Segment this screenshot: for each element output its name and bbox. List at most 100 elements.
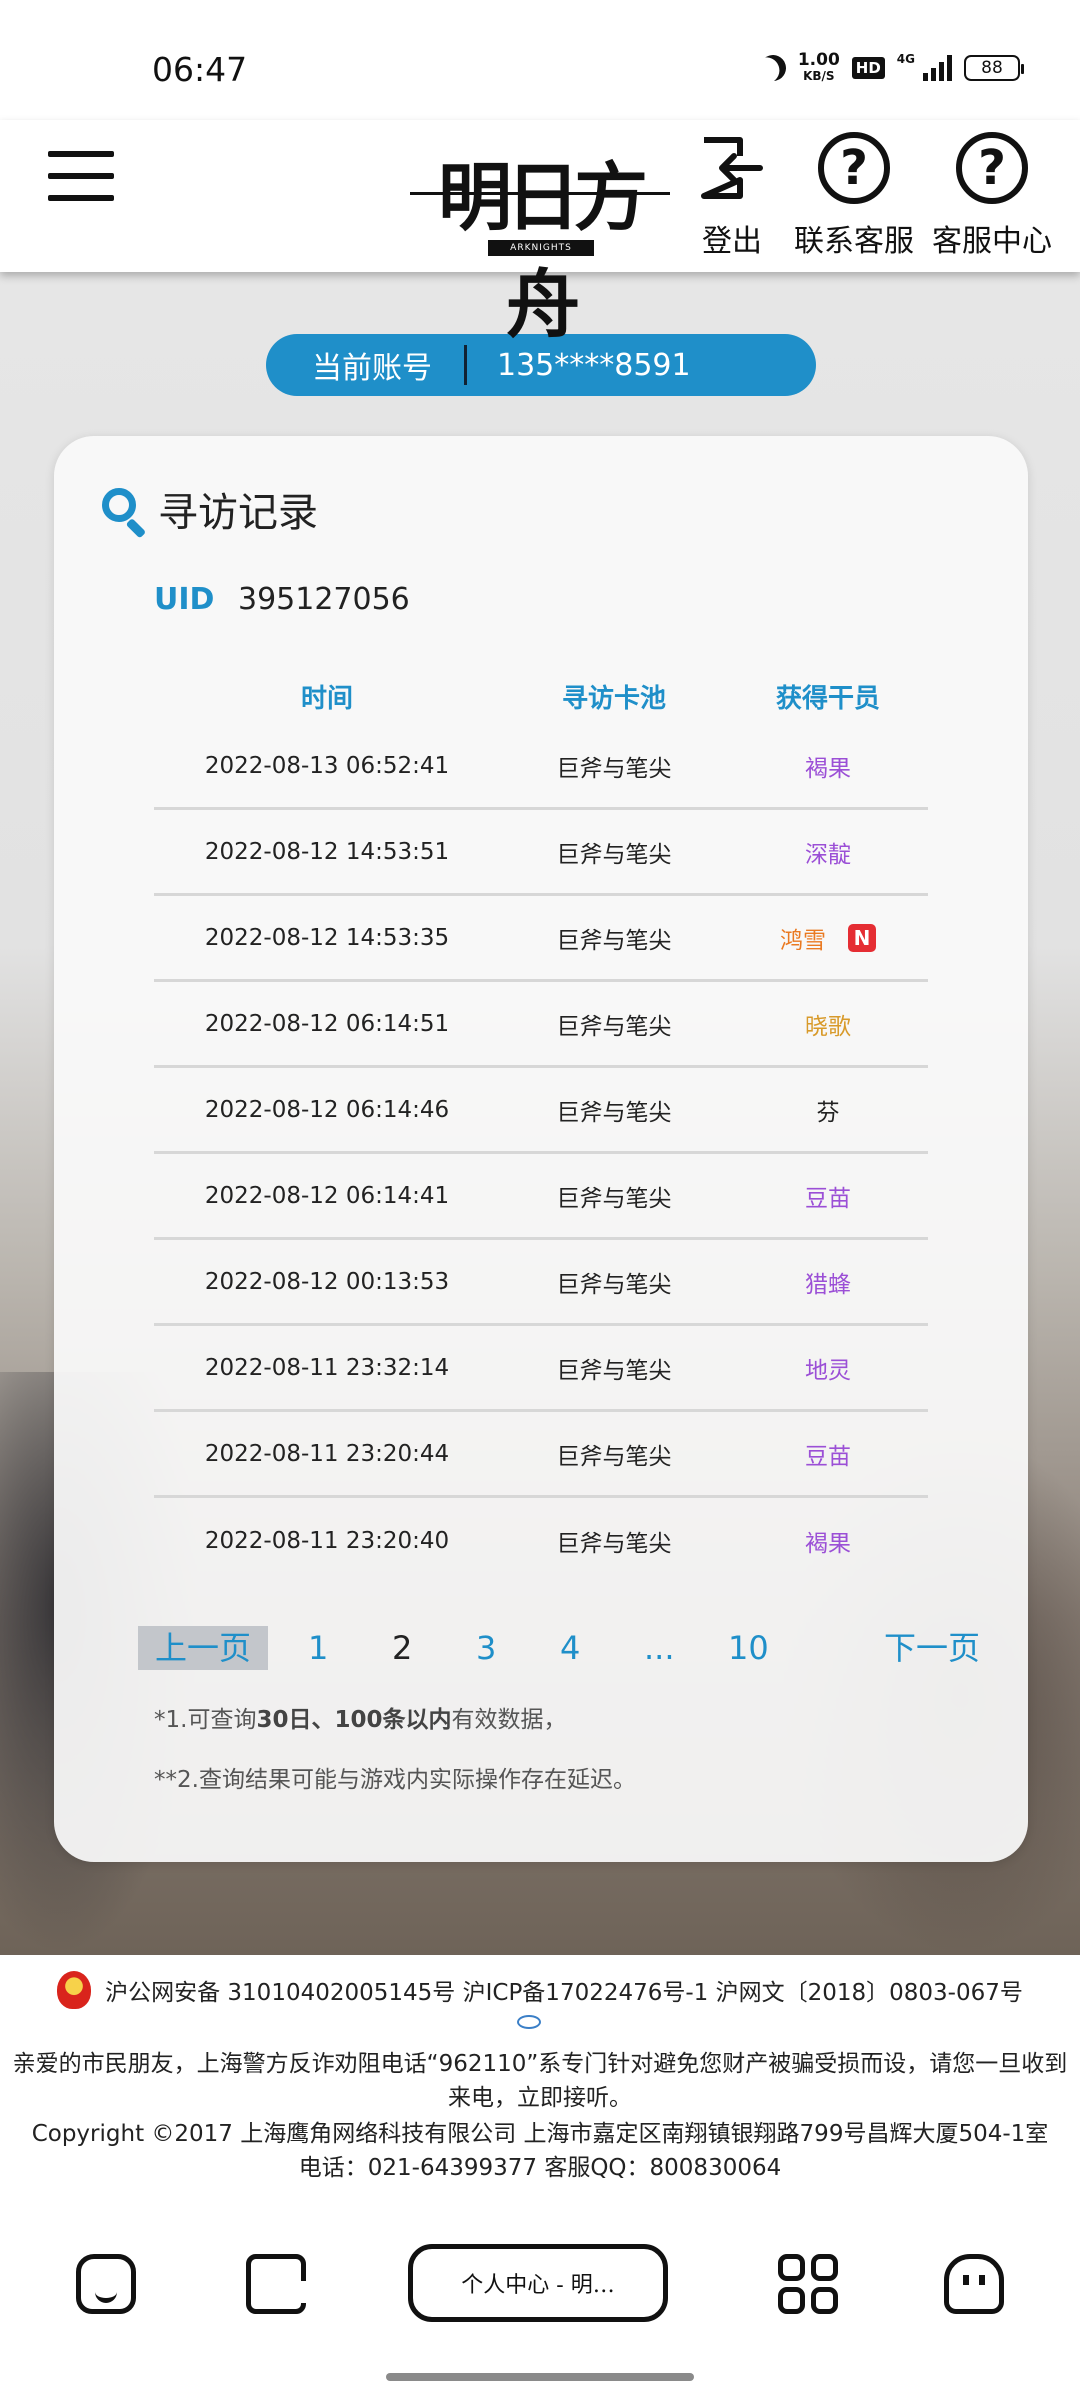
uid-row: UID 395127056: [154, 582, 410, 617]
record-operator: 豆苗: [805, 1443, 851, 1470]
battery-level: 88: [981, 58, 1003, 78]
record-pool: 巨斧与笔尖: [556, 1443, 672, 1470]
record-operator-cell: 豆苗: [728, 1437, 928, 1471]
net-speed: 1.00 KB/S: [798, 52, 840, 84]
uid-value: 395127056: [237, 582, 410, 617]
record-operator: 褐果: [805, 755, 851, 782]
uid-label: UID: [154, 582, 215, 617]
record-time: 2022-08-11 23:20:44: [204, 1440, 450, 1467]
moon-icon: [756, 51, 789, 84]
table-row: 2022-08-12 14:53:35 巨斧与笔尖 鸿雪 N: [154, 896, 928, 982]
police-emblem-icon[interactable]: [57, 1971, 92, 2009]
apps-grid-icon[interactable]: [778, 2254, 838, 2314]
footer-antifraud: 亲爱的市民朋友，上海警方反诈劝阻电话“962110”系专门针对避免您财产被骗受损…: [12, 2051, 1068, 2111]
record-time: 2022-08-12 06:14:41: [204, 1182, 450, 1209]
page-3[interactable]: 3: [476, 1626, 496, 1670]
record-table: 时间 寻访卡池 获得干员 2022-08-13 06:52:41 巨斧与笔尖 褐果 2…: [154, 668, 928, 1584]
record-operator: 鸿雪: [780, 927, 826, 954]
gacha-record-card: 寻访记录 UID 395127056 时间 寻访卡池 获得干员 2022-08-…: [54, 436, 1028, 1862]
record-operator-cell: 芬: [728, 1093, 928, 1127]
record-pool: 巨斧与笔尖: [556, 1185, 672, 1212]
logout-button[interactable]: 登出: [696, 132, 768, 260]
page-2-current[interactable]: 2: [392, 1626, 412, 1670]
cert-mini-icon[interactable]: [517, 2015, 541, 2029]
record-pool: 巨斧与笔尖: [556, 1271, 672, 1298]
record-operator-cell: 褐果: [728, 1524, 928, 1558]
record-pool: 巨斧与笔尖: [556, 1013, 672, 1040]
record-operator: 深靛: [805, 841, 851, 868]
table-header: 时间 寻访卡池 获得干员: [154, 668, 928, 724]
card-title: 寻访记录: [98, 480, 318, 539]
record-pool: 巨斧与笔尖: [556, 755, 672, 782]
status-bar: 06:47 1.00 KB/S HD 4G 88: [0, 0, 1080, 120]
record-operator-cell: 鸿雪 N: [728, 921, 928, 955]
record-operator-cell: 深靛: [728, 835, 928, 869]
status-icons: 1.00 KB/S HD 4G 88: [760, 52, 1024, 84]
table-row: 2022-08-11 23:20:44 巨斧与笔尖 豆苗: [154, 1412, 928, 1498]
arknights-logo[interactable]: 明日方舟 ARKNIGHTS: [410, 128, 670, 348]
table-row: 2022-08-11 23:20:40 巨斧与笔尖 褐果: [154, 1498, 928, 1584]
table-row: 2022-08-12 06:14:41 巨斧与笔尖 豆苗: [154, 1154, 928, 1240]
table-row: 2022-08-13 06:52:41 巨斧与笔尖 褐果: [154, 724, 928, 810]
record-pool: 巨斧与笔尖: [556, 1531, 672, 1557]
record-time: 2022-08-11 23:20:40: [204, 1528, 450, 1554]
record-operator: 褐果: [805, 1531, 851, 1557]
browser-nav-bar: 个人中心 - 明…: [0, 2190, 1080, 2400]
account-value: 135****8591: [497, 347, 691, 383]
record-pool: 巨斧与笔尖: [556, 927, 672, 954]
record-operator-cell: 晓歌: [728, 1007, 928, 1041]
footer-license-text[interactable]: 沪公网安备 31010402005145号 沪ICP备17022476号-1 沪…: [105, 1973, 1023, 2007]
record-operator-cell: 地灵: [728, 1351, 928, 1385]
note-1-prefix: *1.可查询: [154, 1707, 257, 1733]
menu-icon[interactable]: [48, 148, 114, 204]
page-10[interactable]: 10: [728, 1626, 769, 1670]
service-center-button[interactable]: ? 客服中心: [932, 132, 1052, 260]
contact-support-button[interactable]: ? 联系客服: [794, 132, 914, 260]
footer-license-line: 沪公网安备 31010402005145号 沪ICP备17022476号-1 沪…: [0, 1971, 1080, 2009]
assistant-icon[interactable]: [944, 2254, 1004, 2314]
record-operator: 地灵: [805, 1357, 851, 1384]
net-speed-unit: KB/S: [803, 69, 835, 83]
record-operator-cell: 猎蜂: [728, 1265, 928, 1299]
battery-icon: 88: [964, 55, 1024, 81]
record-operator-cell: 褐果: [728, 749, 928, 783]
table-row: 2022-08-12 06:14:51 巨斧与笔尖 晓歌: [154, 982, 928, 1068]
record-pool: 巨斧与笔尖: [556, 1099, 672, 1126]
site-footer: 沪公网安备 31010402005145号 沪ICP备17022476号-1 沪…: [0, 1955, 1080, 2181]
page-4[interactable]: 4: [560, 1626, 580, 1670]
record-operator: 芬: [816, 1099, 840, 1126]
signal-icon: [923, 55, 952, 81]
current-tab-pill[interactable]: 个人中心 - 明…: [408, 2244, 668, 2322]
table-row: 2022-08-12 06:14:46 巨斧与笔尖 芬: [154, 1068, 928, 1154]
record-time: 2022-08-12 06:14:46: [204, 1096, 450, 1123]
record-operator: 晓歌: [805, 1013, 851, 1040]
note-1-bold: 30日、100条以内: [256, 1707, 452, 1733]
home-icon[interactable]: [76, 2254, 136, 2314]
record-operator: 猎蜂: [805, 1271, 851, 1298]
logout-icon: [701, 137, 763, 199]
record-time: 2022-08-12 06:14:51: [204, 1010, 450, 1037]
footer-copyright: Copyright ©2017 上海鹰角网络科技有限公司 上海市嘉定区南翔镇银翔…: [0, 2117, 1080, 2185]
record-time: 2022-08-12 14:53:51: [204, 838, 450, 865]
page-1[interactable]: 1: [308, 1626, 328, 1670]
record-operator-cell: 豆苗: [728, 1179, 928, 1213]
record-time: 2022-08-12 14:53:35: [204, 924, 450, 951]
page-ellipsis: ...: [644, 1629, 675, 1667]
copyright-line: Copyright ©2017 上海鹰角网络科技有限公司 上海市嘉定区南翔镇银翔…: [31, 2121, 1049, 2147]
table-row: 2022-08-12 14:53:51 巨斧与笔尖 深靛: [154, 810, 928, 896]
new-badge: N: [848, 923, 876, 952]
tabs-icon[interactable]: [246, 2254, 306, 2314]
next-page-button[interactable]: 下一页: [884, 1626, 980, 1670]
hd-icon: HD: [851, 57, 885, 79]
contact-support-label: 联系客服: [794, 224, 914, 259]
record-pool: 巨斧与笔尖: [556, 1357, 672, 1384]
record-time: 2022-08-11 23:32:14: [204, 1354, 450, 1381]
header-time: 时间: [300, 683, 353, 714]
net-speed-value: 1.00: [797, 50, 840, 70]
site-header: 明日方舟 ARKNIGHTS 登出 ? 联系客服 ? 客服中心: [0, 120, 1080, 348]
home-indicator[interactable]: [386, 2373, 694, 2381]
header-pool: 寻访卡池: [561, 683, 666, 714]
record-time: 2022-08-12 00:13:53: [204, 1268, 450, 1295]
table-row: 2022-08-11 23:32:14 巨斧与笔尖 地灵: [154, 1326, 928, 1412]
prev-page-button[interactable]: 上一页: [138, 1626, 268, 1670]
